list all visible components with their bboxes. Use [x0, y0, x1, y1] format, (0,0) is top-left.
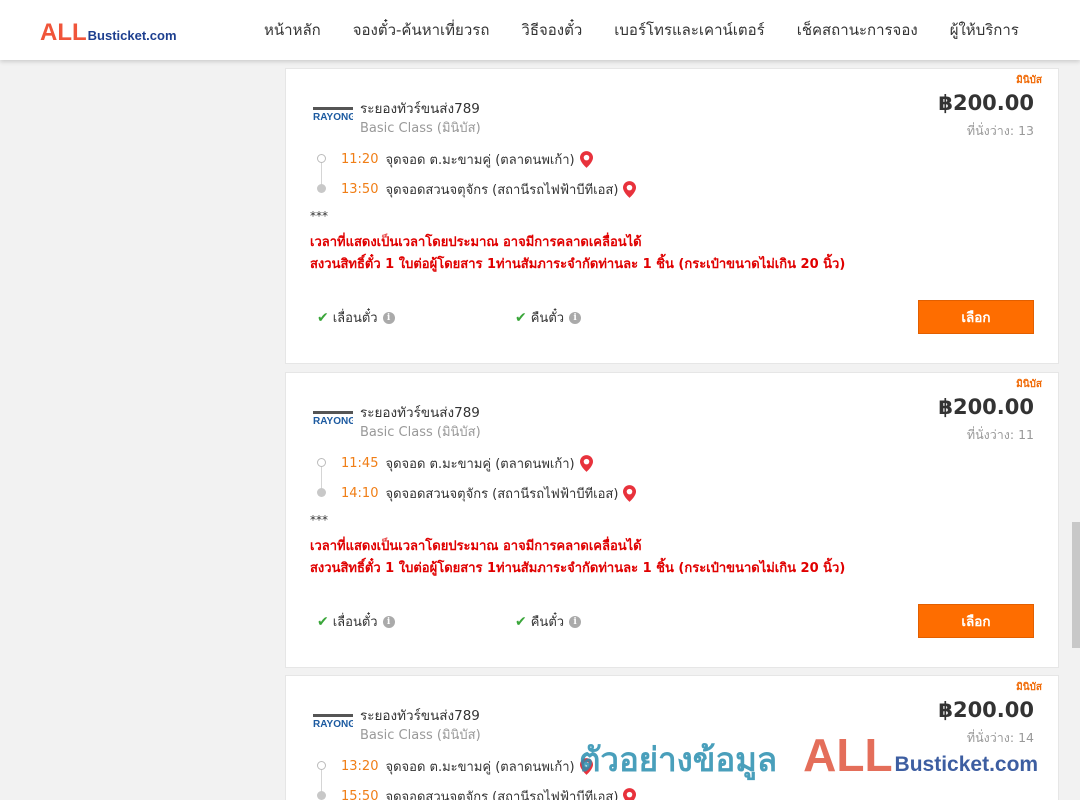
arrival-dot-icon — [317, 791, 326, 800]
map-pin-icon[interactable] — [623, 788, 637, 800]
select-trip-button[interactable]: เลือก — [918, 604, 1034, 638]
baggage-notice: สงวนสิทธิ์ตั๋ว 1 ใบต่อผู้โดยสาร 1ท่านสัม… — [310, 257, 846, 272]
departure-stop: 13:20 จุดจอด ต.มะขามคู่ (ตลาดนพเก้า) — [341, 756, 593, 777]
trip-card: มินิบัส RAYONG ระยองทัวร์ขนส่ง789 Basic … — [285, 68, 1059, 364]
ticket-price: ฿200.00 — [938, 91, 1034, 115]
nav-item-book-search[interactable]: จองตั๋ว-ค้นหาเที่ยวรถ — [337, 18, 506, 42]
arrival-stop-name: จุดจอดสวนจตุจักร (สถานีรถไฟฟ้าบีทีเอส) — [385, 183, 619, 198]
refund-policy: ✔ คืนตั๋ว i — [515, 611, 582, 632]
reschedule-label: เลื่อนตั๋ว — [332, 615, 378, 630]
departure-time: 11:20 — [341, 152, 379, 167]
arrival-stop-name: จุดจอดสวนจตุจักร (สถานีรถไฟฟ้าบีทีเอส) — [385, 487, 619, 502]
scrollbar-thumb[interactable] — [1072, 522, 1080, 648]
route-timeline: 11:20 จุดจอด ต.มะขามคู่ (ตลาดนพเก้า) 13:… — [310, 147, 730, 207]
remark-stars: *** — [310, 209, 328, 223]
nav-item-how-to-book[interactable]: วิธีจองตั๋ว — [505, 18, 598, 42]
departure-stop-name: จุดจอด ต.มะขามคู่ (ตลาดนพเก้า) — [385, 457, 575, 472]
departure-time: 13:20 — [341, 759, 379, 774]
trip-card: มินิบัส RAYONG ระยองทัวร์ขนส่ง789 Basic … — [285, 372, 1059, 668]
check-icon: ✔ — [515, 309, 527, 326]
arrival-dot-icon — [317, 184, 326, 193]
operator-name: ระยองทัวร์ขนส่ง789 — [360, 405, 480, 421]
arrival-stop-name: จุดจอดสวนจตุจักร (สถานีรถไฟฟ้าบีทีเอส) — [385, 790, 619, 800]
departure-stop-name: จุดจอด ต.มะขามคู่ (ตลาดนพเก้า) — [385, 153, 575, 168]
arrival-time: 14:10 — [341, 486, 379, 501]
arrival-dot-icon — [317, 488, 326, 497]
seats-available: ที่นั่งว่าง: 11 — [966, 427, 1034, 442]
reschedule-policy: ✔ เลื่อนตั๋ว i — [317, 307, 395, 328]
watermark-text: ตัวอย่างข้อมูล — [579, 740, 778, 779]
info-icon[interactable]: i — [382, 311, 395, 324]
refund-policy: ✔ คืนตั๋ว i — [515, 307, 582, 328]
map-pin-icon[interactable] — [579, 151, 593, 168]
baggage-notice: สงวนสิทธิ์ตั๋ว 1 ใบต่อผู้โดยสาร 1ท่านสัม… — [310, 561, 846, 576]
check-icon: ✔ — [515, 613, 527, 630]
watermark-logo-all: ALL — [803, 729, 893, 781]
arrival-time: 15:50 — [341, 789, 379, 800]
departure-stop: 11:45 จุดจอด ต.มะขามคู่ (ตลาดนพเก้า) — [341, 453, 593, 474]
operator-logo-icon: RAYONG — [313, 411, 353, 425]
operator-name: ระยองทัวร์ขนส่ง789 — [360, 708, 480, 724]
check-icon: ✔ — [317, 613, 329, 630]
refund-label: คืนตั๋ว — [530, 615, 565, 630]
departure-dot-icon — [317, 458, 326, 467]
logo-all-text: ALL — [40, 19, 87, 46]
arrival-stop: 14:10 จุดจอดสวนจตุจักร (สถานีรถไฟฟ้าบีที… — [341, 483, 637, 504]
ticket-price: ฿200.00 — [938, 698, 1034, 722]
vehicle-type-tag: มินิบัส — [1016, 75, 1042, 86]
remark-stars: *** — [310, 513, 328, 527]
refund-label: คืนตั๋ว — [530, 311, 565, 326]
departure-dot-icon — [317, 154, 326, 163]
ticket-price: ฿200.00 — [938, 395, 1034, 419]
check-icon: ✔ — [317, 309, 329, 326]
info-icon[interactable]: i — [569, 311, 582, 324]
service-class: Basic Class (มินิบัส) — [360, 425, 481, 440]
vehicle-type-tag: มินิบัส — [1016, 682, 1042, 693]
departure-stop: 11:20 จุดจอด ต.มะขามคู่ (ตลาดนพเก้า) — [341, 149, 593, 170]
reschedule-label: เลื่อนตั๋ว — [332, 311, 378, 326]
operator-name: ระยองทัวร์ขนส่ง789 — [360, 101, 480, 117]
departure-stop-name: จุดจอด ต.มะขามคู่ (ตลาดนพเก้า) — [385, 760, 575, 775]
arrival-time: 13:50 — [341, 182, 379, 197]
route-timeline: 11:45 จุดจอด ต.มะขามคู่ (ตลาดนพเก้า) 14:… — [310, 451, 730, 511]
operator-logo-icon: RAYONG — [313, 714, 353, 728]
nav-item-operators[interactable]: ผู้ให้บริการ — [934, 18, 1035, 42]
departure-dot-icon — [317, 761, 326, 770]
site-logo[interactable]: ALL Busticket.com — [40, 19, 177, 47]
vehicle-type-tag: มินิบัส — [1016, 379, 1042, 390]
map-pin-icon[interactable] — [623, 181, 637, 198]
page-scrollbar[interactable] — [1072, 60, 1080, 800]
svg-text:RAYONG: RAYONG — [313, 719, 353, 728]
time-notice: เวลาที่แสดงเป็นเวลาโดยประมาณ อาจมีการคลา… — [310, 539, 642, 554]
arrival-stop: 13:50 จุดจอดสวนจตุจักร (สถานีรถไฟฟ้าบีที… — [341, 179, 637, 200]
arrival-stop: 15:50 จุดจอดสวนจตุจักร (สถานีรถไฟฟ้าบีที… — [341, 786, 637, 800]
watermark-logo-rest: Busticket.com — [894, 753, 1039, 776]
map-pin-icon[interactable] — [623, 485, 637, 502]
svg-text:RAYONG: RAYONG — [313, 112, 353, 121]
operator-logo-icon: RAYONG — [313, 107, 353, 121]
nav-item-home[interactable]: หน้าหลัก — [248, 18, 337, 42]
service-class: Basic Class (มินิบัส) — [360, 121, 481, 136]
nav-item-phone-counters[interactable]: เบอร์โทรและเคาน์เตอร์ — [598, 18, 780, 42]
time-notice: เวลาที่แสดงเป็นเวลาโดยประมาณ อาจมีการคลา… — [310, 235, 642, 250]
logo-busticket-text: Busticket.com — [87, 28, 177, 43]
nav-item-check-booking[interactable]: เช็คสถานะการจอง — [781, 18, 934, 42]
select-trip-button[interactable]: เลือก — [918, 300, 1034, 334]
sample-data-watermark: ตัวอย่างข้อมูล ALL Busticket.com — [579, 728, 1039, 781]
top-navbar: ALL Busticket.com หน้าหลัก จองตั๋ว-ค้นหา… — [0, 0, 1080, 60]
reschedule-policy: ✔ เลื่อนตั๋ว i — [317, 611, 395, 632]
departure-time: 11:45 — [341, 456, 379, 471]
svg-text:RAYONG: RAYONG — [313, 416, 353, 425]
service-class: Basic Class (มินิบัส) — [360, 728, 481, 743]
info-icon[interactable]: i — [569, 615, 582, 628]
seats-available: ที่นั่งว่าง: 13 — [966, 123, 1034, 138]
map-pin-icon[interactable] — [579, 455, 593, 472]
info-icon[interactable]: i — [382, 615, 395, 628]
nav-menu: หน้าหลัก จองตั๋ว-ค้นหาเที่ยวรถ วิธีจองตั… — [248, 0, 1035, 60]
